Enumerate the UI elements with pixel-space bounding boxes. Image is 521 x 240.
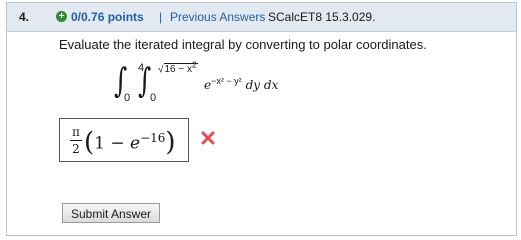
inner-upper-limit-exponent: 2 — [192, 60, 197, 70]
answer-expression: (1 − e−16) — [84, 122, 176, 160]
iterated-integral: ∫ 4 0 ∫ √16 − x2 0 e−x² − y² dy dx — [110, 58, 370, 110]
submit-answer-button[interactable]: Submit Answer — [62, 203, 160, 223]
inner-upper-limit-body: 16 − x — [164, 64, 193, 76]
open-paren: ( — [84, 127, 95, 158]
fraction-bar — [70, 140, 82, 141]
plus-icon[interactable]: + — [56, 11, 67, 22]
answer-fraction: π 2 — [70, 125, 82, 156]
differentials: dy dx — [245, 78, 279, 92]
question-source-id: SCalcET8 15.3.029. — [268, 10, 376, 24]
fraction-numerator: π — [72, 125, 80, 139]
question-prompt: Evaluate the iterated integral by conver… — [59, 37, 427, 52]
fraction-denominator: 2 — [72, 142, 80, 156]
question-number: 4. — [19, 10, 30, 24]
inner-upper-limit: √16 − x2 — [158, 60, 198, 76]
previous-answers-link[interactable]: Previous Answers — [170, 3, 265, 31]
close-paren: ) — [165, 127, 176, 158]
question-header: 4. + 0/0.76 points | Previous Answers SC… — [7, 3, 516, 32]
integrand-exponent: −x² − y² — [211, 76, 242, 86]
points-score: 0/0.76 points — [71, 10, 144, 24]
answer-exp-power: −16 — [140, 131, 166, 145]
outer-lower-limit: 0 — [124, 92, 131, 104]
integrand: e−x² − y² dy dx — [204, 76, 278, 92]
answer-body: 1 − — [94, 133, 131, 154]
answer-exp-base: e — [130, 133, 141, 154]
incorrect-x-icon — [201, 131, 215, 145]
inner-lower-limit: 0 — [150, 92, 157, 104]
header-separator: | — [159, 10, 163, 24]
answer-input[interactable]: π 2 (1 − e−16) — [59, 118, 189, 162]
